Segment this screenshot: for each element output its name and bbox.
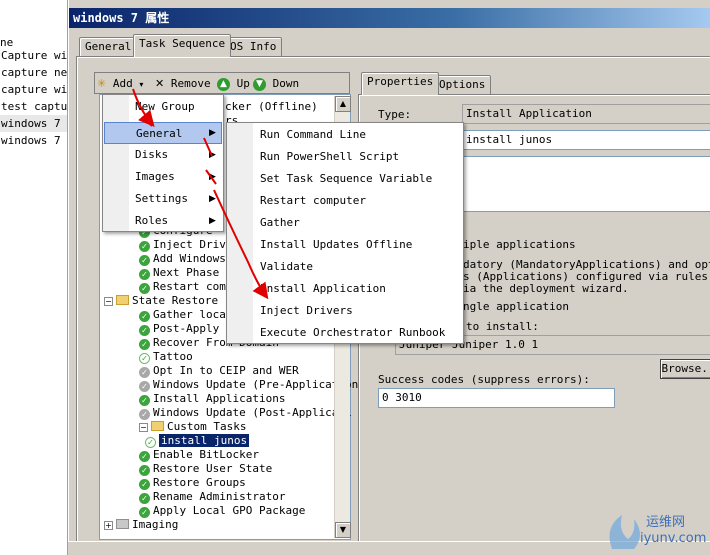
watermark-cn: 运维网: [646, 515, 686, 530]
tab-task-sequence[interactable]: Task Sequence: [133, 34, 232, 57]
tab-properties[interactable]: Properties: [361, 72, 440, 95]
annotation-arrow: [203, 137, 266, 296]
annotation-arrows: [132, 88, 710, 555]
annotation-arrow: [132, 88, 155, 128]
watermark-url: iyunv.com: [640, 531, 707, 546]
watermark: 运维网 iyunv.com: [600, 505, 710, 555]
watermark-logo-icon: [609, 515, 640, 549]
